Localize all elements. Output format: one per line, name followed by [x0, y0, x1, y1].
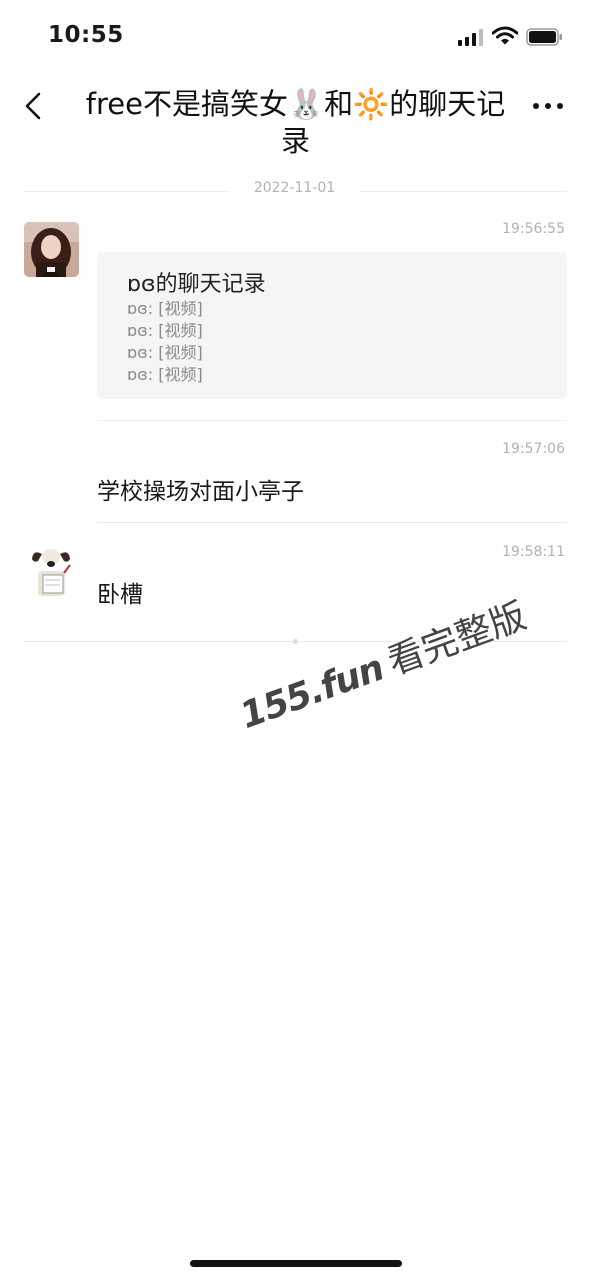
battery-icon: [526, 28, 562, 46]
watermark: 155.fun看完整版: [232, 587, 532, 739]
cellular-signal-icon: [458, 29, 484, 46]
watermark-brand: 155.fun: [235, 647, 389, 737]
wifi-icon: [492, 26, 518, 45]
avatar[interactable]: [24, 545, 79, 600]
chat-record-line: ɒɞ: [视频]: [127, 321, 203, 340]
more-options-button[interactable]: [528, 92, 568, 120]
watermark-slogan: 看完整版: [382, 595, 532, 684]
end-dot: [293, 639, 298, 644]
message-timestamp: 19:56:55: [502, 221, 565, 237]
date-divider: 2022-11-01: [24, 180, 567, 202]
message-divider: [97, 420, 567, 421]
back-button[interactable]: [18, 88, 50, 124]
message-timestamp: 19:57:06: [502, 441, 565, 457]
message-text[interactable]: 学校操场对面小亭子: [97, 472, 304, 506]
nav-bar: free不是搞笑女🐰和🔆的聊天记录: [0, 74, 591, 174]
dog-avatar-icon: [24, 545, 79, 600]
chat-record-line: ɒɞ: [视频]: [127, 343, 203, 362]
message-timestamp: 19:58:11: [502, 544, 565, 560]
home-indicator[interactable]: [190, 1260, 402, 1267]
status-bar: 10:55: [0, 0, 591, 74]
date-label: 2022-11-01: [253, 180, 336, 196]
avatar[interactable]: [24, 222, 79, 277]
chat-record-line: ɒɞ: [视频]: [127, 365, 203, 384]
girl-avatar-icon: [24, 222, 79, 277]
divider-line: [24, 191, 229, 192]
message-text[interactable]: 卧槽: [97, 575, 143, 609]
chat-record-title: ɒɞ的聊天记录: [127, 272, 266, 297]
status-time: 10:55: [48, 22, 124, 48]
chat-record-card[interactable]: ɒɞ的聊天记录 ɒɞ: [视频] ɒɞ: [视频] ɒɞ: [视频] ɒɞ: […: [97, 252, 567, 399]
divider-line: [360, 191, 567, 192]
chat-record-line: ɒɞ: [视频]: [127, 299, 203, 318]
page-title: free不是搞笑女🐰和🔆的聊天记录: [85, 87, 506, 158]
message-divider: [97, 522, 567, 523]
